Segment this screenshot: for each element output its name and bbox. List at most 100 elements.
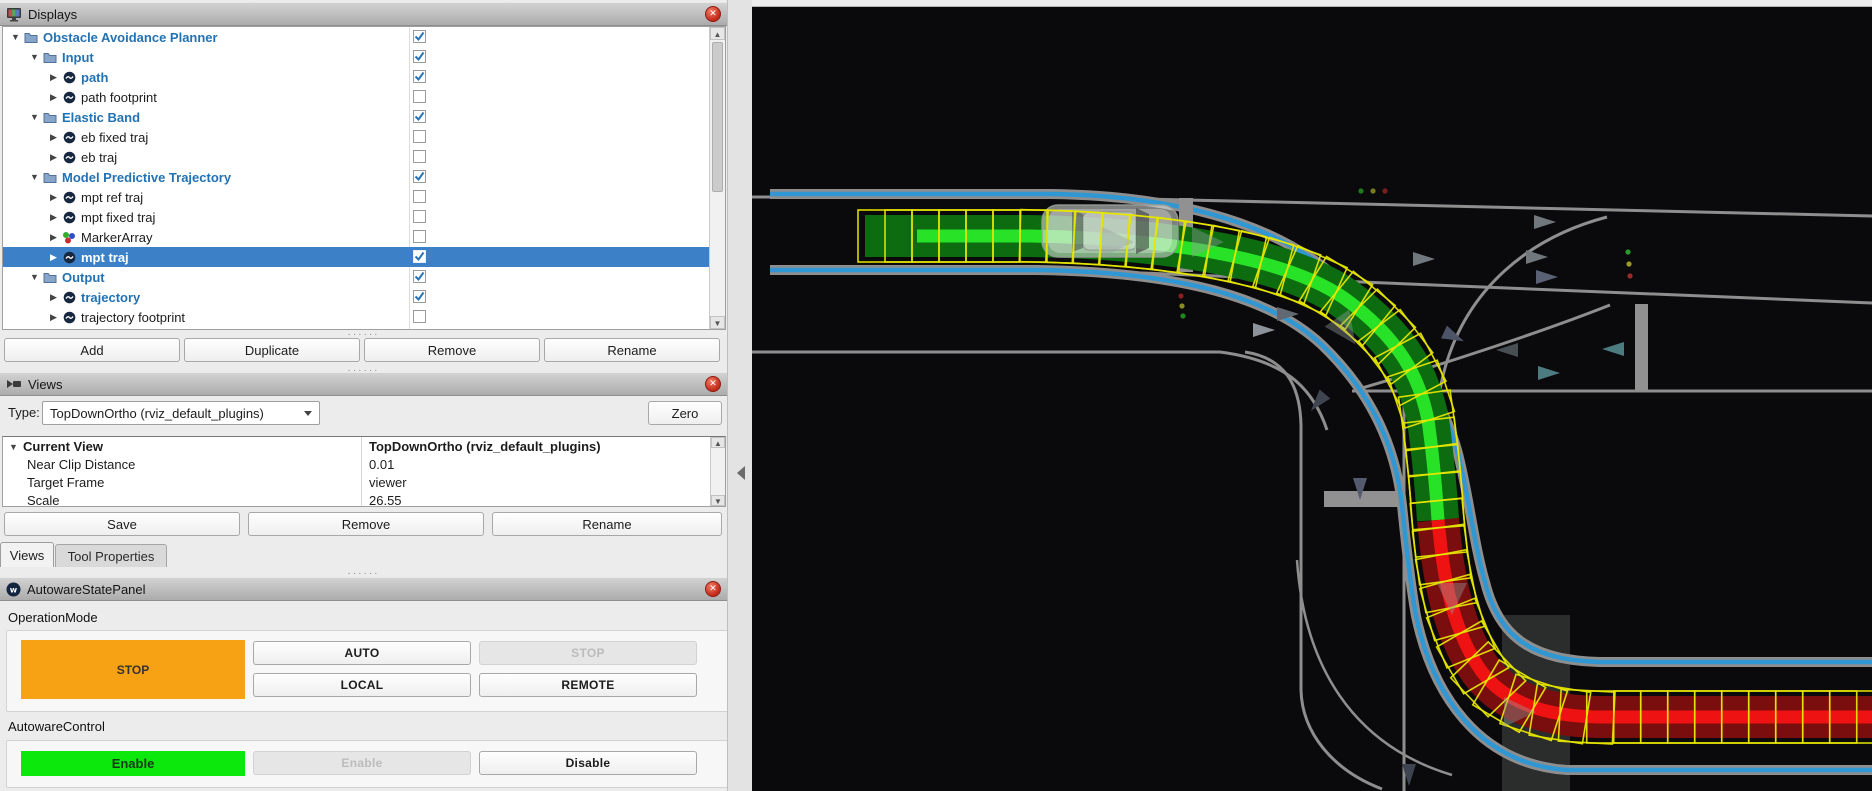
add-button[interactable]: Add (4, 338, 180, 362)
current-view-properties[interactable]: ▼ Current View TopDownOrtho (rviz_defaul… (2, 436, 726, 507)
visibility-checkbox[interactable] (413, 170, 426, 186)
duplicate-button[interactable]: Duplicate (184, 338, 360, 362)
local-button[interactable]: LOCAL (253, 673, 471, 697)
displays-tree-item-input[interactable]: ▼Input (3, 47, 725, 67)
collapse-left-icon[interactable] (737, 466, 745, 480)
disable-button[interactable]: Disable (479, 751, 697, 775)
displays-close-icon[interactable]: ✕ (705, 6, 721, 22)
visibility-checkbox[interactable] (413, 150, 426, 166)
chevron-right-icon[interactable]: ▶ (47, 192, 60, 203)
scroll-up-icon[interactable]: ▲ (711, 437, 725, 448)
splitter-handle[interactable]: ······ (0, 570, 727, 577)
chevron-right-icon[interactable]: ▶ (47, 232, 60, 243)
displays-tree-item-trajectory-footprint[interactable]: ▶trajectory footprint (3, 307, 725, 327)
visibility-checkbox[interactable] (413, 250, 426, 266)
display-item-label: Elastic Band (59, 110, 140, 125)
autoware-state-panel-header[interactable]: w AutowareStatePanel ✕ (0, 577, 727, 601)
displays-tree-item-elastic-band[interactable]: ▼ Elastic Band (3, 107, 725, 127)
scrollbar-thumb[interactable] (712, 42, 723, 192)
remote-button[interactable]: REMOTE (479, 673, 697, 697)
tab-tool-properties[interactable]: Tool Properties (55, 544, 167, 567)
chevron-down-icon[interactable]: ▼ (28, 172, 41, 182)
displays-tree-item-eb-fixed-traj[interactable]: ▶eb fixed traj (3, 127, 725, 147)
traffic-light-dot (1179, 303, 1184, 308)
displays-tree-item-trajectory[interactable]: ▶trajectory (3, 287, 725, 307)
chevron-right-icon[interactable]: ▶ (47, 152, 60, 163)
displays-tree-item-eb-traj[interactable]: ▶eb traj (3, 147, 725, 167)
scroll-down-icon[interactable]: ▼ (711, 495, 725, 506)
chevron-right-icon[interactable]: ▶ (47, 132, 60, 143)
view-type-combobox[interactable]: TopDownOrtho (rviz_default_plugins) (42, 401, 320, 425)
chevron-right-icon[interactable]: ▶ (47, 312, 60, 323)
chevron-down-icon (304, 411, 312, 416)
property-row[interactable]: Target Frame viewer (3, 473, 725, 491)
visibility-checkbox[interactable] (413, 50, 426, 66)
visibility-checkbox[interactable] (413, 30, 426, 46)
traffic-light-dot (1625, 249, 1630, 254)
displays-tree-item-obstacle-avoidance-planner[interactable]: ▼Obstacle Avoidance Planner (3, 27, 725, 47)
rename-display-button[interactable]: Rename (544, 338, 720, 362)
chevron-down-icon[interactable]: ▼ (28, 52, 41, 62)
traffic-light-dot (1358, 188, 1363, 193)
scroll-up-icon[interactable]: ▲ (710, 27, 725, 40)
dock-splitter[interactable] (727, 0, 752, 791)
visibility-checkbox[interactable] (413, 90, 426, 106)
properties-scrollbar[interactable]: ▲ ▼ (710, 437, 725, 506)
display-item-label: mpt ref traj (78, 190, 143, 205)
rename-view-button[interactable]: Rename (492, 512, 722, 536)
folder-icon (41, 271, 59, 283)
chevron-down-icon[interactable]: ▼ (9, 32, 22, 42)
remove-view-button[interactable]: Remove (248, 512, 484, 536)
displays-tree-scrollbar[interactable]: ▲ ▼ (709, 27, 725, 329)
chevron-right-icon[interactable]: ▶ (47, 212, 60, 223)
autoware-panel-title: AutowareStatePanel (27, 582, 146, 597)
traffic-light-dot (1180, 313, 1185, 318)
folder-icon (41, 51, 59, 63)
displays-tree-item-mpt-ref-traj[interactable]: ▶ mpt ref traj (3, 187, 725, 207)
view-type-label: Type: (8, 405, 40, 420)
visibility-checkbox[interactable] (413, 190, 426, 206)
displays-tree-item-path-footprint[interactable]: ▶path footprint (3, 87, 725, 107)
views-panel-header[interactable]: Views ✕ (0, 372, 727, 396)
property-row[interactable]: Near Clip Distance 0.01 (3, 455, 725, 473)
auto-button[interactable]: AUTO (253, 641, 471, 665)
chevron-right-icon[interactable]: ▶ (47, 92, 60, 103)
chevron-right-icon[interactable]: ▶ (47, 72, 60, 83)
chevron-right-icon[interactable]: ▶ (47, 252, 60, 263)
displays-tree-item-model-predictive-trajectory[interactable]: ▼Model Predictive Trajectory (3, 167, 725, 187)
chevron-down-icon[interactable]: ▼ (28, 112, 41, 122)
visibility-checkbox[interactable] (413, 210, 426, 226)
views-close-icon[interactable]: ✕ (705, 376, 721, 392)
displays-tree-item-markerarray[interactable]: ▶MarkerArray (3, 227, 725, 247)
chevron-right-icon[interactable]: ▶ (47, 292, 60, 303)
tab-views[interactable]: Views (0, 542, 54, 567)
displays-panel-header[interactable]: Displays ✕ (0, 2, 727, 26)
chevron-down-icon[interactable]: ▼ (28, 272, 41, 282)
displays-tree-item-mpt-traj[interactable]: ▶ mpt traj (3, 247, 725, 267)
property-row[interactable]: ▼ Current View TopDownOrtho (rviz_defaul… (3, 437, 725, 455)
visibility-checkbox[interactable] (413, 110, 426, 126)
remove-display-button[interactable]: Remove (364, 338, 540, 362)
displays-tree-item-output[interactable]: ▼Output (3, 267, 725, 287)
displays-tree-item-mpt-fixed-traj[interactable]: ▶mpt fixed traj (3, 207, 725, 227)
autoware-display-icon (60, 131, 78, 144)
display-item-label: mpt traj (78, 250, 129, 265)
render-viewport[interactable] (752, 0, 1872, 791)
left-dock: Displays ✕ ▼Obstacle Avoidance Planner▼I… (0, 0, 752, 791)
property-row[interactable]: Scale 26.55 (3, 491, 725, 507)
save-view-button[interactable]: Save (4, 512, 240, 536)
visibility-checkbox[interactable] (413, 270, 426, 286)
visibility-checkbox[interactable] (413, 290, 426, 306)
zero-button[interactable]: Zero (648, 401, 722, 425)
splitter-handle[interactable]: ······ (0, 331, 727, 338)
visibility-checkbox[interactable] (413, 70, 426, 86)
scroll-down-icon[interactable]: ▼ (710, 316, 725, 329)
displays-tree[interactable]: ▼Obstacle Avoidance Planner▼Input▶path▶p… (2, 26, 726, 330)
autoware-close-icon[interactable]: ✕ (705, 581, 721, 597)
visibility-checkbox[interactable] (413, 230, 426, 246)
displays-tree-item-path[interactable]: ▶path (3, 67, 725, 87)
operation-mode-state: STOP (21, 640, 245, 699)
visibility-checkbox[interactable] (413, 310, 426, 326)
chevron-down-icon[interactable]: ▼ (9, 442, 18, 452)
visibility-checkbox[interactable] (413, 130, 426, 146)
